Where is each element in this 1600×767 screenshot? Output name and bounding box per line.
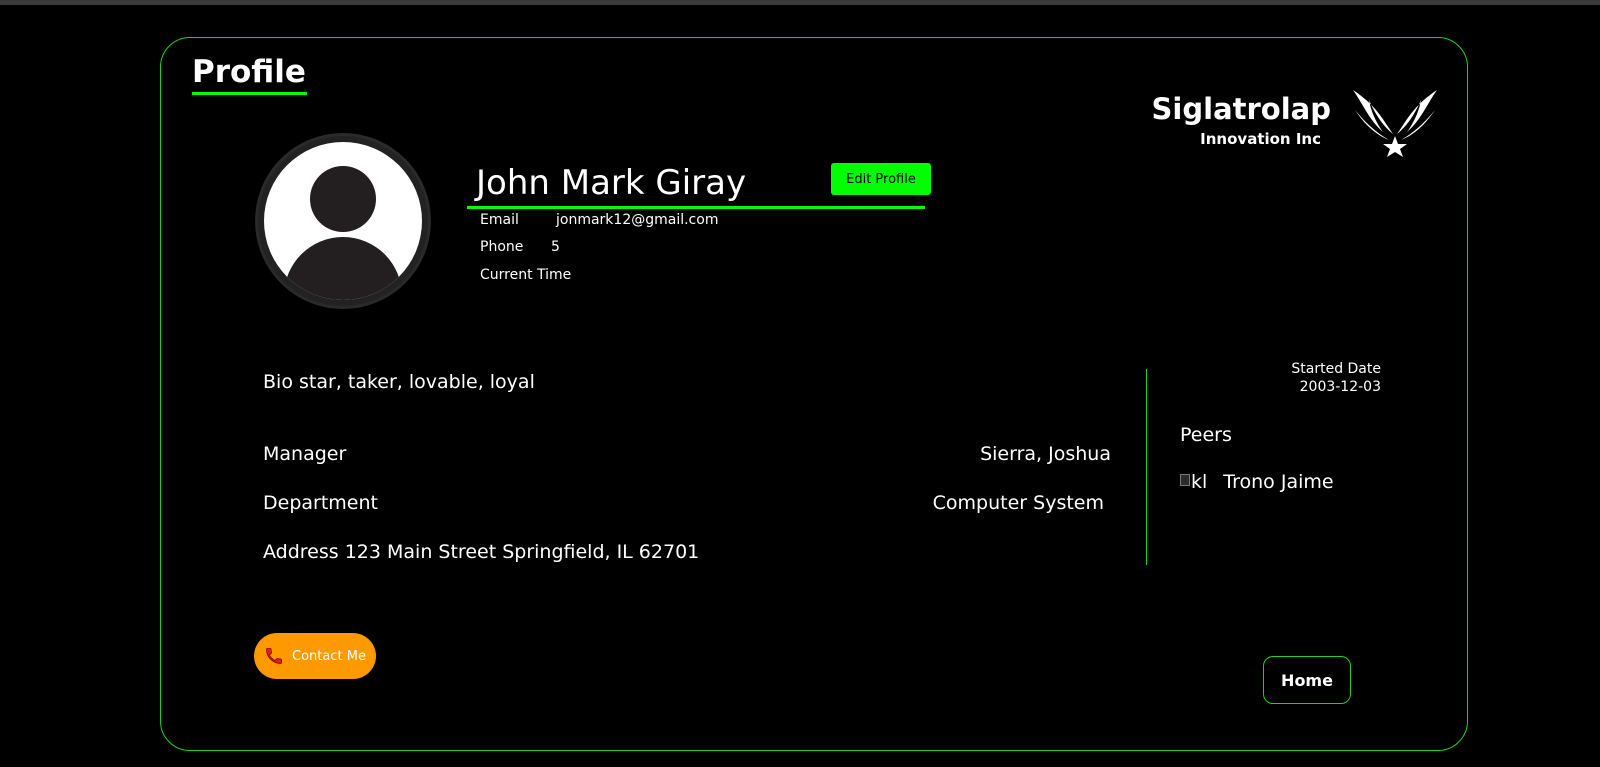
brand-name: Siglatrolap [1151, 92, 1331, 126]
manager-value: Sierra, Joshua [980, 443, 1111, 465]
avatar-head-shape [310, 166, 376, 232]
started-label: Started Date [1291, 361, 1381, 377]
page-title: Profile [192, 52, 307, 95]
avatar-body-shape [284, 237, 402, 300]
department-label: Department [263, 492, 378, 514]
avatar [255, 133, 431, 309]
email-value: jonmark12@gmail.com [556, 212, 719, 228]
profile-name: John Mark Giray [476, 163, 747, 203]
wings-star-icon [1353, 90, 1437, 157]
phone-value: 5 [551, 239, 560, 255]
contact-me-button[interactable]: Contact Me [254, 633, 376, 679]
email-row: Email jonmark12@gmail.com [480, 212, 718, 228]
time-label: Current Time [480, 267, 572, 283]
home-button[interactable]: Home [1263, 656, 1351, 704]
bio-row: Bio star, taker, lovable, loyal [263, 371, 535, 393]
edit-profile-button[interactable]: Edit Profile [831, 163, 931, 195]
department-value: Computer System [932, 492, 1104, 514]
peer-name: Trono Jaime [1223, 471, 1334, 493]
started-date: Started Date 2003-12-03 [1291, 360, 1381, 396]
phone-row: Phone 5 [480, 239, 560, 255]
brand-subtitle: Innovation Inc [1200, 130, 1321, 148]
browser-top-strip [0, 0, 1600, 5]
profile-card: Profile Siglatrolap Innovation Inc John … [160, 37, 1468, 751]
phone-label: Phone [480, 239, 524, 255]
address-row: Address 123 Main Street Springfield, IL … [263, 541, 699, 563]
bio-label: Bio [263, 371, 293, 393]
peer-item[interactable]: kl Trono Jaime [1180, 471, 1334, 493]
bio-value: star, taker, lovable, loyal [299, 371, 535, 393]
time-row: Current Time [480, 267, 571, 283]
brand: Siglatrolap Innovation Inc [1152, 86, 1441, 157]
manager-label: Manager [263, 443, 347, 465]
email-label: Email [480, 212, 519, 228]
started-value: 2003-12-03 [1299, 379, 1381, 395]
peers-title: Peers [1180, 424, 1232, 446]
address-value: 123 Main Street Springfield, IL 62701 [344, 541, 700, 563]
contact-me-label: Contact Me [292, 648, 366, 664]
phone-icon [266, 648, 282, 664]
divider [1146, 369, 1147, 565]
address-label: Address [263, 541, 339, 563]
peer-avatar-broken-image: kl [1180, 471, 1207, 493]
